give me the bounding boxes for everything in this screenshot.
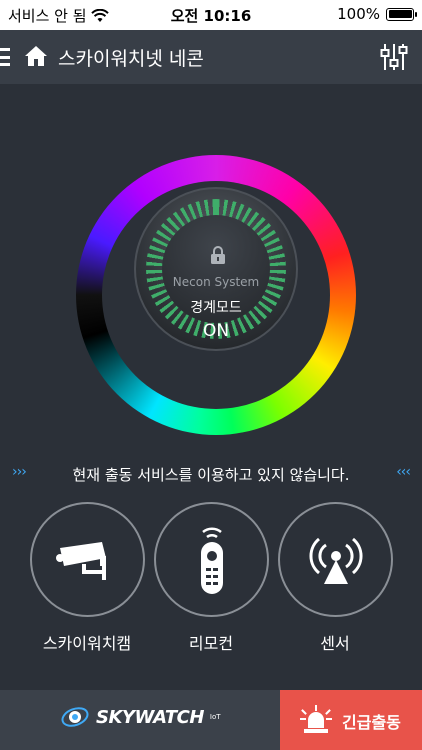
sensor-signal-icon bbox=[309, 537, 363, 584]
chevrons-left-icon: ‹‹‹ bbox=[396, 464, 411, 480]
sensor-label: 센서 bbox=[320, 634, 350, 653]
skywatch-cam-label: 스카이워치캠 bbox=[42, 634, 132, 653]
remote-control-label: 리모컨 bbox=[188, 634, 234, 653]
security-mode-label: 경계모드 bbox=[190, 300, 242, 316]
security-mode-dial[interactable]: Necon System 경계모드 ON bbox=[134, 187, 298, 351]
globe-logo-icon bbox=[61, 707, 89, 727]
cctv-camera-icon bbox=[56, 542, 106, 580]
status-bar: 서비스 안 됨 오전 10:16 100% bbox=[0, 0, 422, 30]
emergency-dispatch-button[interactable]: 긴급출동 bbox=[280, 690, 422, 750]
skywatch-logo: SKYWATCH IoT bbox=[60, 704, 221, 730]
battery-fill bbox=[388, 10, 412, 18]
sliders-icon[interactable] bbox=[380, 42, 408, 72]
logo-text: SKYWATCH bbox=[96, 706, 204, 728]
system-name: Necon System bbox=[172, 275, 260, 289]
hamburger-icon[interactable] bbox=[0, 48, 10, 66]
battery-percent: 100% bbox=[337, 5, 380, 23]
sensor-button[interactable] bbox=[278, 502, 393, 617]
bottom-bar: SKYWATCH IoT 긴급출동 bbox=[0, 690, 422, 750]
remote-control-button[interactable] bbox=[154, 502, 269, 617]
battery-icon bbox=[386, 7, 417, 21]
logo-iot: IoT bbox=[209, 713, 221, 721]
skywatch-cam-button[interactable] bbox=[30, 502, 145, 617]
notice-text: 현재 출동 서비스를 이용하고 있지 않습니다. bbox=[72, 466, 350, 484]
lock-icon bbox=[211, 246, 225, 264]
page-title: 스카이워치넷 네콘 bbox=[58, 48, 204, 70]
status-right: 100% bbox=[337, 5, 417, 23]
emergency-dispatch-label: 긴급출동 bbox=[342, 713, 401, 732]
remote-control-icon bbox=[201, 527, 223, 594]
security-mode-state: ON bbox=[202, 321, 230, 341]
home-icon[interactable] bbox=[24, 44, 48, 68]
siren-icon bbox=[300, 705, 332, 733]
service-notice: ››› 현재 출동 서비스를 이용하고 있지 않습니다. ‹‹‹ bbox=[0, 462, 422, 486]
app-header: 스카이워치넷 네콘 bbox=[0, 30, 422, 84]
